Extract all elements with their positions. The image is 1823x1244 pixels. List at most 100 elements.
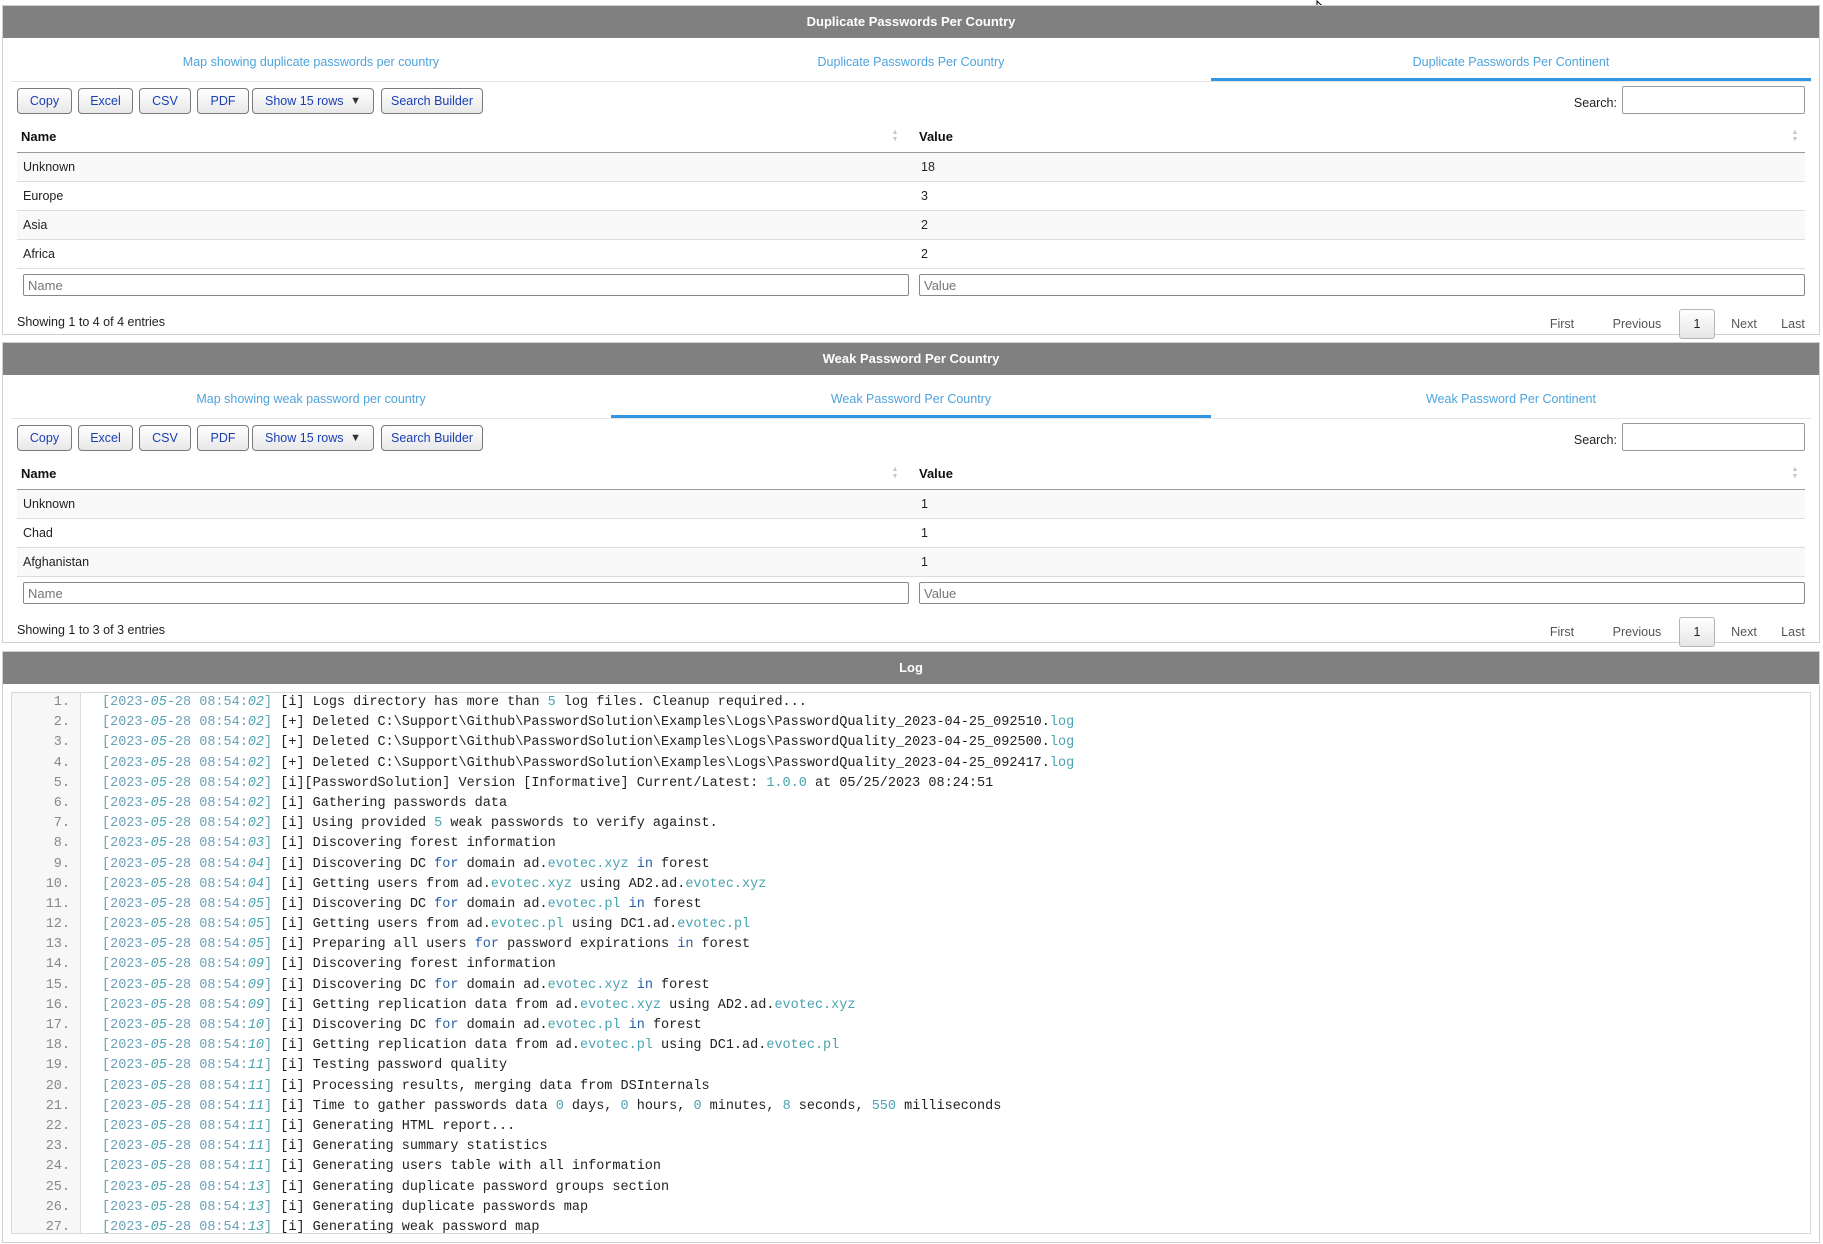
- entries-info: Showing 1 to 4 of 4 entries: [17, 315, 166, 329]
- search-builder-button[interactable]: Search Builder: [381, 88, 483, 114]
- log-text: [2023-05-28 08:54:09] [i] Discovering DC…: [102, 977, 710, 993]
- log-line: 19. [2023-05-28 08:54:11] [i] Testing pas…: [12, 1056, 1810, 1076]
- tab-weak-per-continent[interactable]: Weak Password Per Continent: [1211, 382, 1811, 418]
- log-line: 27. [2023-05-28 08:54:13] [i] Generating …: [12, 1218, 1810, 1233]
- cell-name: Unknown: [23, 497, 76, 511]
- csv-button[interactable]: CSV: [139, 425, 191, 451]
- excel-button[interactable]: Excel: [78, 88, 133, 114]
- table-row[interactable]: Afghanistan 1: [17, 548, 1805, 577]
- sort-arrows-icon[interactable]: ▲ ▼: [891, 129, 899, 143]
- line-number: 2.: [53, 715, 70, 731]
- table-row[interactable]: Europe 3: [17, 182, 1805, 211]
- log-text: [2023-05-28 08:54:11] [i] Generating use…: [102, 1159, 662, 1175]
- tab-map-duplicate[interactable]: Map showing duplicate passwords per coun…: [11, 45, 611, 81]
- csv-button[interactable]: CSV: [139, 88, 191, 114]
- pager-first[interactable]: First: [1537, 309, 1587, 339]
- copy-button[interactable]: Copy: [17, 88, 72, 114]
- log-line: 9. [2023-05-28 08:54:04] [i] Discovering …: [12, 855, 1810, 875]
- show-rows-dropdown[interactable]: Show 15 rows ▼: [252, 88, 374, 114]
- log-text: [2023-05-28 08:54:09] [i] Getting replic…: [102, 997, 856, 1013]
- pdf-button[interactable]: PDF: [197, 425, 249, 451]
- search-label: Search:: [1573, 433, 1617, 447]
- log-text: [2023-05-28 08:54:02] [i][PasswordSoluti…: [102, 775, 994, 791]
- cell-value: 18: [921, 160, 935, 174]
- dropdown-caret-icon: ▼: [350, 432, 361, 444]
- line-number: 5.: [53, 775, 70, 791]
- search-builder-button[interactable]: Search Builder: [381, 425, 483, 451]
- line-number: 18.: [45, 1038, 70, 1054]
- pager-next[interactable]: Next: [1719, 617, 1769, 647]
- log-text: [2023-05-28 08:54:02] [i] Gathering pass…: [102, 795, 508, 811]
- show-rows-label: Show 15 rows: [265, 431, 344, 445]
- table-row[interactable]: Unknown 1: [17, 490, 1805, 519]
- table-toolbar: Copy Excel CSV PDF Show 15 rows ▼ Search…: [3, 82, 1819, 122]
- cell-value: 2: [921, 247, 928, 261]
- pager-last[interactable]: Last: [1773, 309, 1813, 339]
- sort-arrows-icon[interactable]: ▲ ▼: [1791, 129, 1799, 143]
- cell-name: Afghanistan: [23, 555, 90, 569]
- log-line: 17. [2023-05-28 08:54:10] [i] Discovering…: [12, 1016, 1810, 1036]
- log-line: 22. [2023-05-28 08:54:11] [i] Generating …: [12, 1117, 1810, 1137]
- log-text: [2023-05-28 08:54:02] [+] Deleted C:\Sup…: [102, 755, 1075, 771]
- cell-name: Unknown: [23, 160, 76, 174]
- log-line: 23. [2023-05-28 08:54:11] [i] Generating …: [12, 1137, 1810, 1157]
- column-header-value[interactable]: Value: [919, 122, 953, 152]
- copy-button[interactable]: Copy: [17, 425, 72, 451]
- tab-duplicate-per-continent[interactable]: Duplicate Passwords Per Continent: [1210, 45, 1811, 81]
- line-number: 3.: [53, 735, 70, 751]
- cell-value: 1: [921, 497, 928, 511]
- log-text: [2023-05-28 08:54:11] [i] Generating HTM…: [102, 1118, 516, 1134]
- log-text: [2023-05-28 08:54:02] [i] Using provided…: [102, 816, 718, 832]
- show-rows-dropdown[interactable]: Show 15 rows ▼: [252, 425, 374, 451]
- table-footer: Showing 1 to 3 of 3 entries First Previo…: [17, 609, 1805, 651]
- line-number: 16.: [45, 997, 70, 1013]
- log-text: [2023-05-28 08:54:13] [i] Generating dup…: [102, 1179, 670, 1195]
- log-viewer[interactable]: 1. [2023-05-28 08:54:02] [i] Logs directo…: [11, 692, 1811, 1234]
- log-line: 16. [2023-05-28 08:54:09] [i] Getting rep…: [12, 996, 1810, 1016]
- search-input[interactable]: [1622, 423, 1805, 451]
- table-row[interactable]: Asia 2: [17, 211, 1805, 240]
- tab-duplicate-per-country[interactable]: Duplicate Passwords Per Country: [611, 45, 1211, 81]
- column-header-name[interactable]: Name: [21, 122, 56, 152]
- pager-next[interactable]: Next: [1719, 309, 1769, 339]
- pager-last[interactable]: Last: [1773, 617, 1813, 647]
- column-header-name[interactable]: Name: [21, 459, 56, 489]
- log-text: [2023-05-28 08:54:11] [i] Processing res…: [102, 1078, 710, 1094]
- cell-name: Asia: [23, 218, 48, 232]
- search-label: Search:: [1573, 96, 1617, 110]
- line-number: 7.: [53, 816, 70, 832]
- name-filter-input[interactable]: [23, 274, 909, 296]
- sort-arrows-icon[interactable]: ▲ ▼: [1791, 466, 1799, 480]
- line-number: 14.: [45, 957, 70, 973]
- excel-button[interactable]: Excel: [78, 425, 133, 451]
- name-filter-input[interactable]: [23, 582, 909, 604]
- tab-map-weak[interactable]: Map showing weak password per country: [11, 382, 611, 418]
- log-text: [2023-05-28 08:54:02] [+] Deleted C:\Sup…: [102, 735, 1075, 751]
- pager-previous[interactable]: Previous: [1602, 617, 1672, 647]
- value-filter-input[interactable]: [919, 274, 1805, 296]
- log-panel: Log 1. [2023-05-28 08:54:02] [i] Logs dir…: [2, 651, 1820, 1243]
- table-row[interactable]: Unknown 18: [17, 153, 1805, 182]
- table-header: Name ▲ ▼ Value ▲ ▼: [17, 459, 1805, 490]
- table-row[interactable]: Chad 1: [17, 519, 1805, 548]
- tab-weak-per-country[interactable]: Weak Password Per Country: [610, 382, 1211, 418]
- table-row[interactable]: Africa 2: [17, 240, 1805, 269]
- log-line: 6. [2023-05-28 08:54:02] [i] Gathering pa…: [12, 794, 1810, 814]
- column-header-value[interactable]: Value: [919, 459, 953, 489]
- table-toolbar: Copy Excel CSV PDF Show 15 rows ▼ Search…: [3, 419, 1819, 459]
- log-text: [2023-05-28 08:54:03] [i] Discovering fo…: [102, 836, 556, 852]
- line-number: 10.: [45, 876, 70, 892]
- pager-first[interactable]: First: [1537, 617, 1587, 647]
- log-text: [2023-05-28 08:54:04] [i] Discovering DC…: [102, 856, 710, 872]
- pager-previous[interactable]: Previous: [1602, 309, 1672, 339]
- pdf-button[interactable]: PDF: [197, 88, 249, 114]
- sort-arrows-icon[interactable]: ▲ ▼: [891, 466, 899, 480]
- pager-page-1[interactable]: 1: [1679, 309, 1715, 339]
- log-line: 7. [2023-05-28 08:54:02] [i] Using provid…: [12, 814, 1810, 834]
- log-text: [2023-05-28 08:54:10] [i] Discovering DC…: [102, 1018, 702, 1033]
- search-input[interactable]: [1622, 86, 1805, 114]
- panel-title: Duplicate Passwords Per Country: [3, 6, 1819, 38]
- pager-page-1[interactable]: 1: [1679, 617, 1715, 647]
- log-line: 11. [2023-05-28 08:54:05] [i] Discovering…: [12, 895, 1810, 915]
- value-filter-input[interactable]: [919, 582, 1805, 604]
